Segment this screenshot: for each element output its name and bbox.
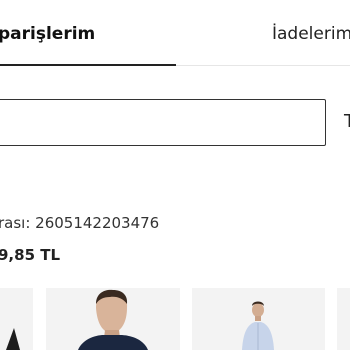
- order-number: rası: 2605142203476: [0, 214, 160, 232]
- tab-orders[interactable]: parişlerim: [0, 24, 95, 44]
- order-price: 9,85 TL: [0, 246, 61, 264]
- product-thumbnail-4[interactable]: [337, 288, 350, 350]
- search-input[interactable]: [0, 99, 326, 146]
- orders-page: parişlerim İadelerim T rası: 26051422034…: [0, 0, 350, 350]
- tab-divider: [176, 65, 350, 66]
- product-image-2: [78, 289, 148, 350]
- product-image-3: [242, 301, 274, 350]
- search-side-label[interactable]: T: [344, 112, 350, 132]
- product-image-1: [6, 328, 20, 350]
- active-tab-indicator: [0, 64, 176, 66]
- product-thumbnail-1[interactable]: [0, 288, 33, 350]
- product-thumbnail-3[interactable]: [192, 288, 325, 350]
- tab-returns[interactable]: İadelerim: [272, 24, 350, 44]
- product-thumbnail-2[interactable]: [46, 288, 180, 350]
- product-image-4: [337, 288, 350, 350]
